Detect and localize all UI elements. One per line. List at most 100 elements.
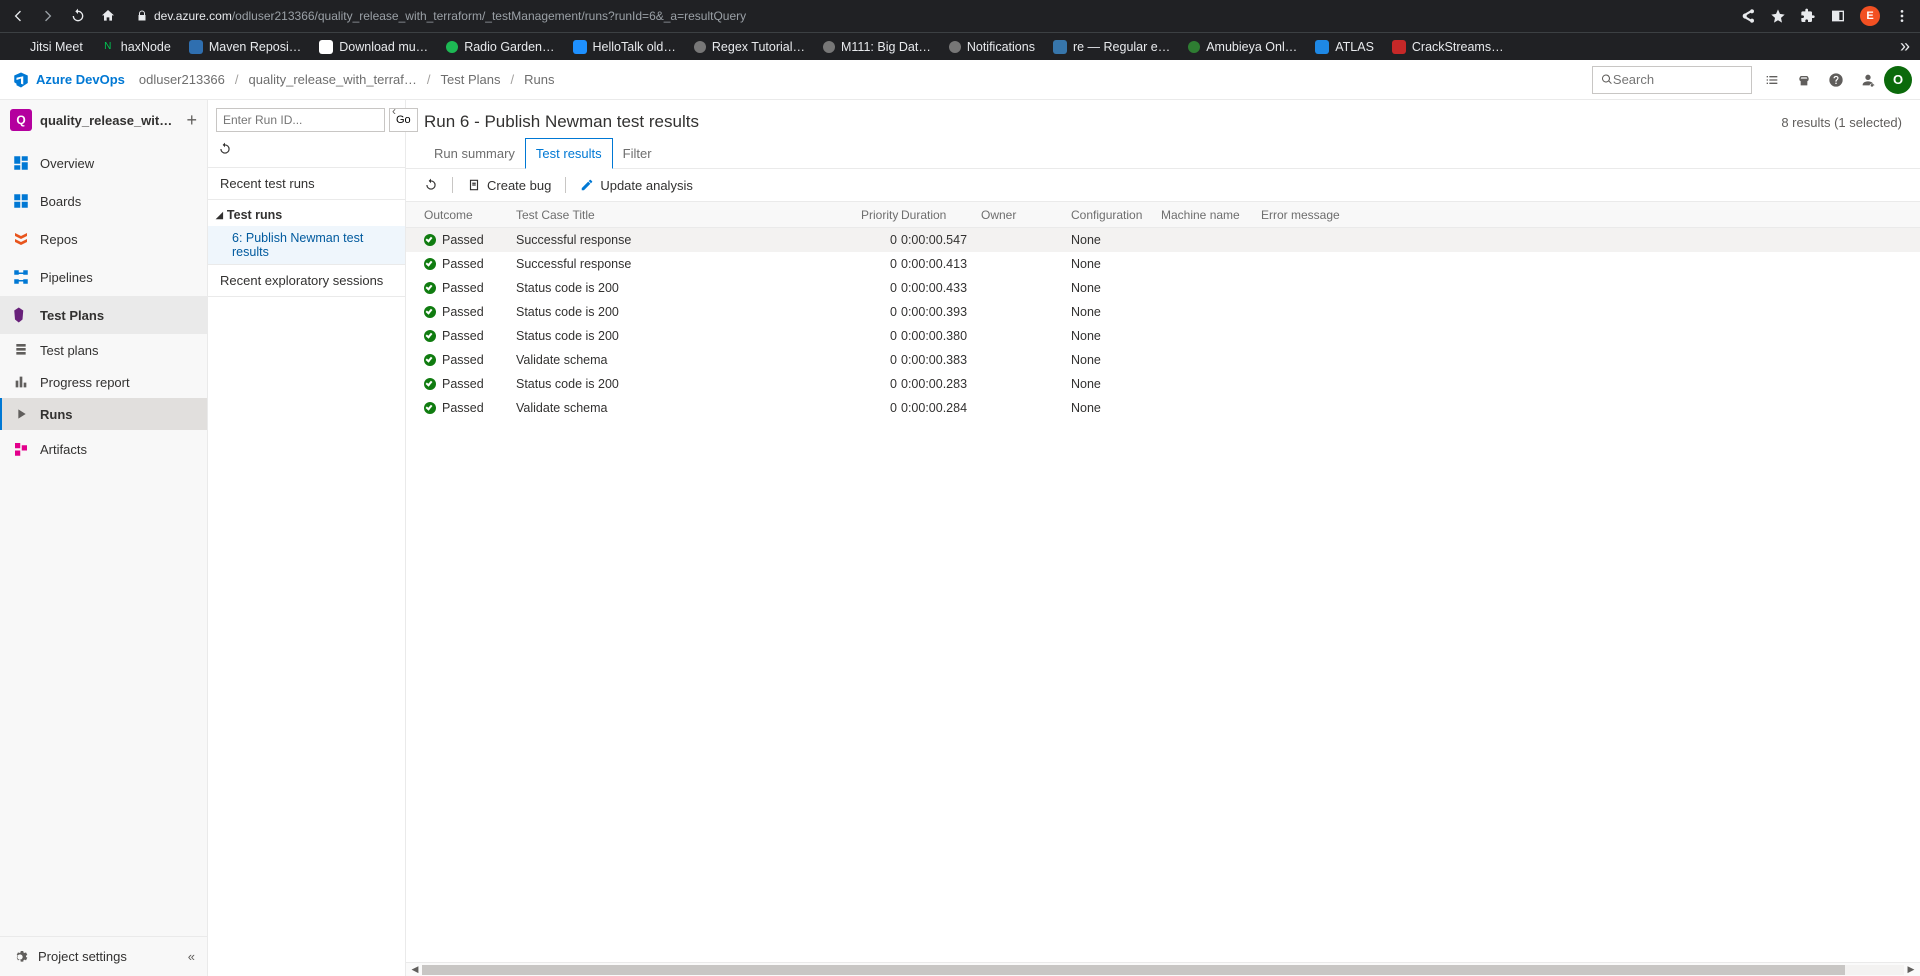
home-icon[interactable] bbox=[100, 8, 116, 24]
kebab-icon[interactable] bbox=[1894, 8, 1910, 24]
scroll-thumb[interactable] bbox=[422, 965, 1845, 975]
table-row[interactable]: PassedStatus code is 20000:00:00.283None bbox=[406, 372, 1920, 396]
table-row[interactable]: PassedValidate schema00:00:00.383None bbox=[406, 348, 1920, 372]
bookmark-item[interactable]: Regex Tutorial… bbox=[694, 40, 805, 54]
extensions-icon[interactable] bbox=[1800, 8, 1816, 24]
passed-icon bbox=[424, 330, 436, 342]
bookmark-item[interactable]: Amubieya Onl… bbox=[1188, 40, 1297, 54]
col-machine[interactable]: Machine name bbox=[1161, 208, 1261, 222]
bookmark-item[interactable]: Download mu… bbox=[319, 40, 428, 54]
help-icon[interactable] bbox=[1828, 72, 1844, 88]
gear-icon bbox=[12, 949, 28, 965]
col-duration[interactable]: Duration bbox=[901, 208, 981, 222]
refresh-results-icon[interactable] bbox=[424, 178, 438, 192]
search-input[interactable] bbox=[1613, 72, 1743, 87]
bug-icon bbox=[467, 178, 481, 192]
cell-title: Successful response bbox=[516, 233, 861, 247]
project-selector[interactable]: Q quality_release_with_t… + bbox=[0, 100, 207, 140]
marketplace-icon[interactable] bbox=[1796, 72, 1812, 88]
bookmark-item[interactable]: Jitsi Meet bbox=[10, 40, 83, 54]
forward-icon[interactable] bbox=[40, 8, 56, 24]
scroll-left-icon[interactable]: ◀ bbox=[410, 964, 420, 975]
scroll-right-icon[interactable]: ▶ bbox=[1906, 964, 1916, 975]
list-icon[interactable] bbox=[1764, 72, 1780, 88]
table-row[interactable]: PassedStatus code is 20000:00:00.393None bbox=[406, 300, 1920, 324]
nav-sub-progress-report[interactable]: Progress report bbox=[0, 366, 207, 398]
bookmark-item[interactable]: HelloTalk old… bbox=[573, 40, 676, 54]
project-icon: Q bbox=[10, 109, 32, 131]
recent-test-runs[interactable]: Recent test runs bbox=[208, 168, 405, 200]
bookmarks-overflow-icon[interactable]: » bbox=[1900, 36, 1910, 57]
nav-item-repos[interactable]: Repos bbox=[0, 220, 207, 258]
tab-filter[interactable]: Filter bbox=[613, 139, 662, 168]
nav-item-overview[interactable]: Overview bbox=[0, 144, 207, 182]
bookmark-item[interactable]: NhaxNode bbox=[101, 40, 171, 54]
bookmark-favicon bbox=[1053, 40, 1067, 54]
azure-devops-logo[interactable]: Azure DevOps bbox=[12, 71, 125, 89]
panel-icon[interactable] bbox=[1830, 8, 1846, 24]
table-row[interactable]: PassedSuccessful response00:00:00.547Non… bbox=[406, 228, 1920, 252]
bookmark-favicon bbox=[446, 41, 458, 53]
update-analysis-button[interactable]: Update analysis bbox=[580, 178, 693, 193]
global-search[interactable] bbox=[1592, 66, 1752, 94]
col-configuration[interactable]: Configuration bbox=[1071, 208, 1161, 222]
bookmark-favicon bbox=[573, 40, 587, 54]
lock-icon bbox=[136, 10, 148, 22]
test-run-item[interactable]: 6: Publish Newman test results bbox=[208, 226, 405, 264]
tab-test-results[interactable]: Test results bbox=[525, 138, 613, 169]
col-priority[interactable]: Priority bbox=[861, 208, 901, 222]
bookmark-item[interactable]: Notifications bbox=[949, 40, 1035, 54]
new-item-button[interactable]: + bbox=[186, 110, 197, 131]
bookmark-item[interactable]: CrackStreams… bbox=[1392, 40, 1504, 54]
crumb-area[interactable]: Test Plans bbox=[441, 72, 501, 87]
cell-duration: 0:00:00.433 bbox=[901, 281, 981, 295]
share-icon[interactable] bbox=[1740, 8, 1756, 24]
collapse-tree-icon: ◢ bbox=[216, 210, 223, 221]
col-owner[interactable]: Owner bbox=[981, 208, 1071, 222]
nav-item-boards[interactable]: Boards bbox=[0, 182, 207, 220]
tab-run-summary[interactable]: Run summary bbox=[424, 139, 525, 168]
bookmark-item[interactable]: ATLAS bbox=[1315, 40, 1374, 54]
nav-item-test-plans[interactable]: Test Plans bbox=[0, 296, 207, 334]
crumb-project[interactable]: quality_release_with_terraf… bbox=[249, 72, 417, 87]
nav-item-pipelines[interactable]: Pipelines bbox=[0, 258, 207, 296]
address-bar[interactable]: dev.azure.com/odluser213366/quality_rele… bbox=[130, 2, 1726, 30]
col-outcome[interactable]: Outcome bbox=[424, 208, 516, 222]
run-id-input[interactable] bbox=[216, 108, 385, 132]
bookmark-item[interactable]: Maven Reposi… bbox=[189, 40, 301, 54]
bookmark-favicon bbox=[10, 40, 24, 54]
back-icon[interactable] bbox=[10, 8, 26, 24]
browser-profile-avatar[interactable]: E bbox=[1860, 6, 1880, 26]
recent-exploratory-sessions[interactable]: Recent exploratory sessions bbox=[208, 264, 405, 297]
table-row[interactable]: PassedStatus code is 20000:00:00.380None bbox=[406, 324, 1920, 348]
horizontal-scrollbar[interactable]: ◀ ▶ bbox=[406, 962, 1920, 976]
project-settings-link[interactable]: Project settings « bbox=[0, 936, 207, 976]
crumb-page[interactable]: Runs bbox=[524, 72, 554, 87]
bookmark-item[interactable]: Radio Garden… bbox=[446, 40, 554, 54]
collapse-panel-icon[interactable]: ‹ bbox=[392, 104, 406, 118]
user-avatar[interactable]: O bbox=[1884, 66, 1912, 94]
nav-sub-test-plans[interactable]: Test plans bbox=[0, 334, 207, 366]
user-settings-icon[interactable] bbox=[1860, 72, 1876, 88]
table-row[interactable]: PassedValidate schema00:00:00.284None bbox=[406, 396, 1920, 420]
nav-item-artifacts[interactable]: Artifacts bbox=[0, 430, 207, 468]
table-row[interactable]: PassedSuccessful response00:00:00.413Non… bbox=[406, 252, 1920, 276]
passed-icon bbox=[424, 234, 436, 246]
refresh-icon[interactable] bbox=[218, 142, 232, 156]
star-icon[interactable] bbox=[1770, 8, 1786, 24]
table-row[interactable]: PassedStatus code is 20000:00:00.433None bbox=[406, 276, 1920, 300]
results-table: Outcome Test Case Title Priority Duratio… bbox=[406, 202, 1920, 962]
crumb-org[interactable]: odluser213366 bbox=[139, 72, 225, 87]
passed-icon bbox=[424, 306, 436, 318]
cell-configuration: None bbox=[1071, 377, 1161, 391]
bookmark-item[interactable]: re — Regular e… bbox=[1053, 40, 1170, 54]
cell-duration: 0:00:00.383 bbox=[901, 353, 981, 367]
col-title[interactable]: Test Case Title bbox=[516, 208, 861, 222]
test-runs-tree-header[interactable]: ◢ Test runs bbox=[208, 200, 405, 226]
col-error[interactable]: Error message bbox=[1261, 208, 1902, 222]
nav-sub-runs[interactable]: Runs bbox=[0, 398, 207, 430]
bookmark-item[interactable]: M111: Big Dat… bbox=[823, 40, 931, 54]
create-bug-button[interactable]: Create bug bbox=[467, 178, 551, 193]
reload-icon[interactable] bbox=[70, 8, 86, 24]
collapse-nav-icon[interactable]: « bbox=[188, 949, 195, 964]
